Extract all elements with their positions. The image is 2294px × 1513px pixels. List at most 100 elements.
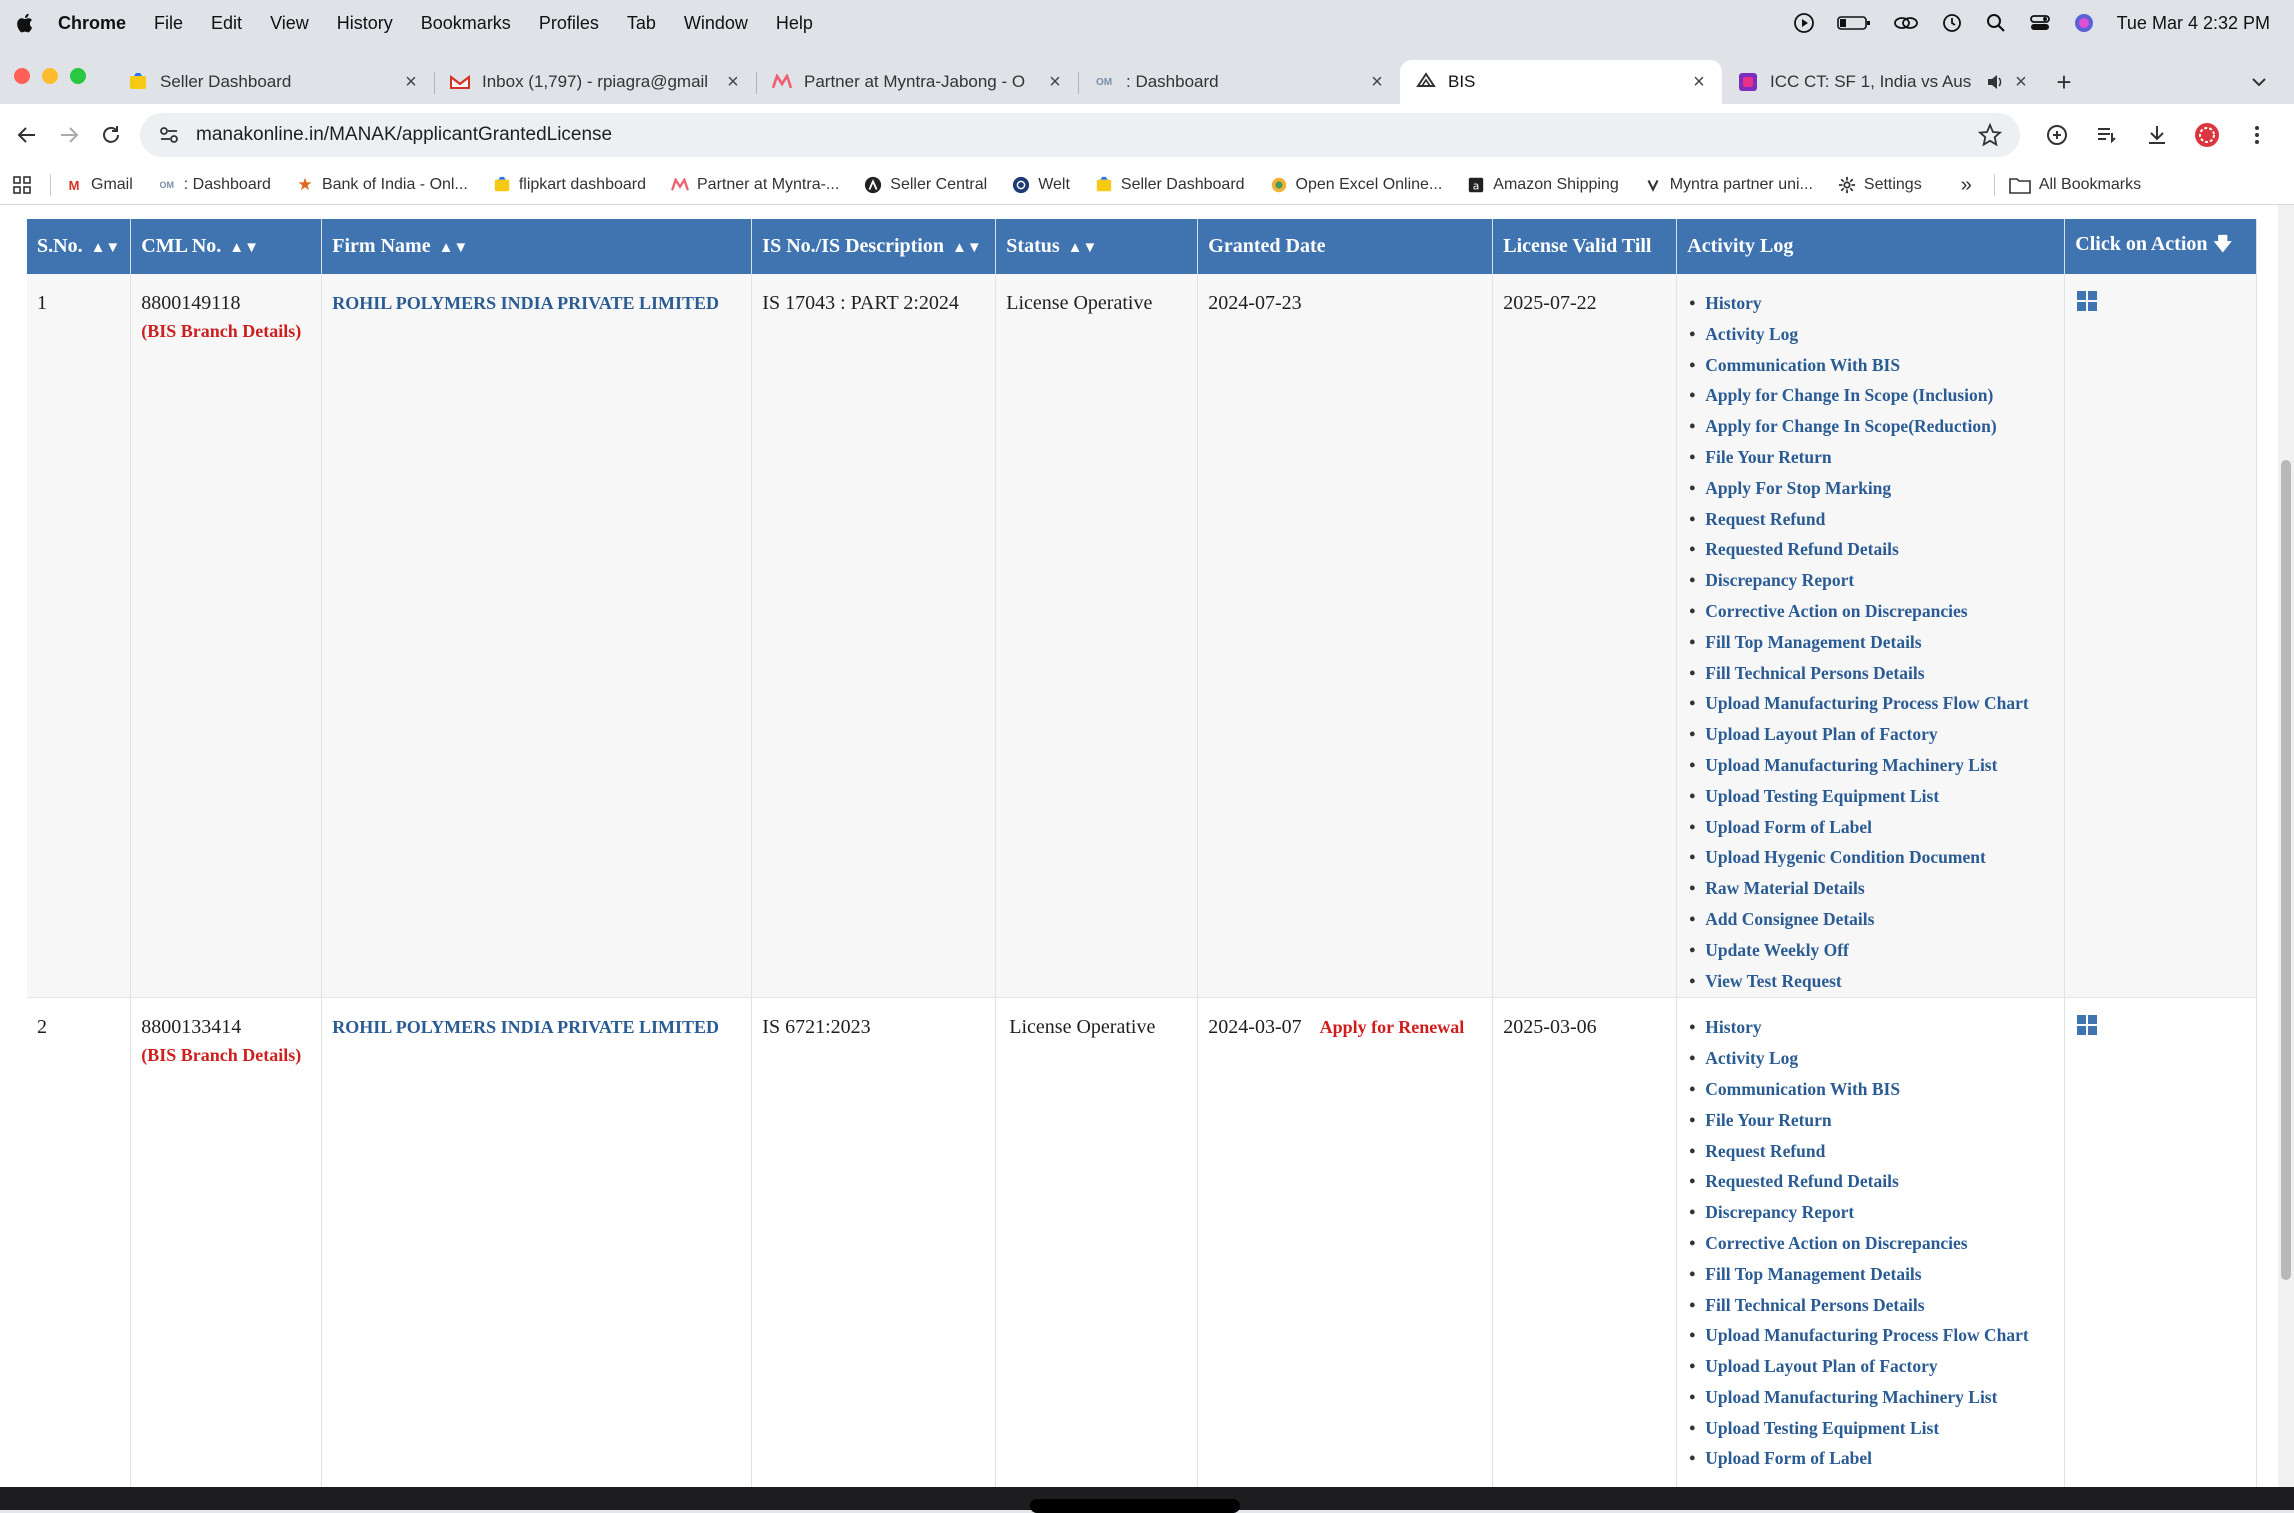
siri-icon[interactable] [2073, 12, 2095, 34]
close-icon[interactable]: × [1368, 72, 1386, 92]
url-text[interactable]: manakonline.in/MANAK/applicantGrantedLic… [196, 124, 1978, 146]
activity-link[interactable]: Add Consignee Details [1687, 905, 2054, 936]
bookmark-gmail[interactable]: M Gmail [65, 176, 133, 194]
activity-link[interactable]: Upload Manufacturing Machinery List [1687, 751, 2054, 782]
activity-link[interactable]: Fill Top Management Details [1687, 628, 2054, 659]
firm-name-link[interactable]: ROHIL POLYMERS INDIA PRIVATE LIMITED [332, 1017, 719, 1037]
tab-dashboard[interactable]: OM : Dashboard × [1078, 60, 1400, 104]
activity-link[interactable]: Discrepancy Report [1687, 1198, 2054, 1229]
menu-chrome[interactable]: Chrome [58, 13, 126, 34]
bis-branch-details-link[interactable]: (BIS Branch Details) [141, 317, 311, 345]
bookmark-myntra-partner-university[interactable]: Myntra partner uni... [1644, 176, 1813, 194]
speaker-icon[interactable] [1986, 73, 2004, 91]
menu-tab[interactable]: Tab [627, 13, 656, 34]
activity-link[interactable]: Upload Manufacturing Process Flow Chart [1687, 1321, 2054, 1352]
screen-mirroring-icon[interactable] [1893, 12, 1919, 34]
column-header-firm[interactable]: Firm Name ▲▼ [321, 219, 753, 274]
menu-profiles[interactable]: Profiles [539, 13, 599, 34]
extension-icon[interactable] [2044, 122, 2070, 148]
back-arrow-icon[interactable] [12, 120, 42, 150]
bookmark-star-icon[interactable] [1978, 123, 2002, 147]
activity-link[interactable]: Requested Refund Details [1687, 535, 2054, 566]
firm-name-link[interactable]: ROHIL POLYMERS INDIA PRIVATE LIMITED [332, 293, 719, 313]
close-icon[interactable]: × [724, 72, 742, 92]
activity-link[interactable]: Request Refund [1687, 1137, 2054, 1168]
bookmark-welt[interactable]: Welt [1012, 176, 1070, 194]
activity-link[interactable]: Apply for Change In Scope(Reduction) [1687, 412, 2054, 443]
menu-window[interactable]: Window [684, 13, 748, 34]
menu-bookmarks[interactable]: Bookmarks [421, 13, 511, 34]
activity-link[interactable]: Upload Hygenic Condition Document [1687, 843, 2054, 874]
chevron-double-right-icon[interactable]: » [1961, 174, 1972, 197]
bookmark-dashboard[interactable]: OM: Dashboard [158, 176, 271, 194]
activity-link[interactable]: Corrective Action on Discrepancies [1687, 597, 2054, 628]
scrollbar-thumb[interactable] [2281, 460, 2291, 1280]
activity-link[interactable]: Upload Manufacturing Machinery List [1687, 1383, 2054, 1414]
close-window-button[interactable] [14, 68, 30, 84]
menu-file[interactable]: File [154, 13, 183, 34]
play-circle-icon[interactable] [1793, 12, 1815, 34]
sort-icon[interactable]: ▲▼ [1068, 240, 1098, 256]
apps-grid-icon[interactable] [12, 175, 32, 195]
tab-icc-cricket[interactable]: ICC CT: SF 1, India vs Aus × [1722, 60, 2044, 104]
tab-seller-dashboard[interactable]: Seller Dashboard × [112, 60, 434, 104]
bookmark-flipkart-dashboard[interactable]: flipkart dashboard [493, 176, 646, 194]
menu-help[interactable]: Help [776, 13, 813, 34]
control-center-icon[interactable] [2029, 12, 2051, 34]
activity-link[interactable]: Fill Technical Persons Details [1687, 1291, 2054, 1322]
new-tab-button[interactable]: + [2044, 60, 2084, 104]
time-machine-icon[interactable] [1941, 12, 1963, 34]
forward-arrow-icon[interactable] [54, 120, 84, 150]
activity-link[interactable]: File Your Return [1687, 443, 2054, 474]
bookmark-seller-dashboard[interactable]: Seller Dashboard [1095, 176, 1245, 194]
activity-link[interactable]: Activity Log [1687, 1044, 2054, 1075]
grid-menu-icon[interactable] [2077, 291, 2098, 311]
tab-gmail-inbox[interactable]: Inbox (1,797) - rpiagra@gmail × [434, 60, 756, 104]
all-bookmarks-button[interactable]: All Bookmarks [2009, 176, 2141, 194]
tab-myntra-partner[interactable]: Partner at Myntra-Jabong - O × [756, 60, 1078, 104]
close-icon[interactable]: × [1690, 72, 1708, 92]
activity-link[interactable]: Apply For Stop Marking [1687, 474, 2054, 505]
activity-link[interactable]: Apply for Change In Scope (Inclusion) [1687, 381, 2054, 412]
reading-list-icon[interactable] [2094, 122, 2120, 148]
activity-link[interactable]: Corrective Action on Discrepancies [1687, 1229, 2054, 1260]
grid-menu-icon[interactable] [2077, 1015, 2098, 1036]
activity-link[interactable]: Upload Testing Equipment List [1687, 782, 2054, 813]
activity-link[interactable]: Upload Layout Plan of Factory [1687, 720, 2054, 751]
profile-avatar-icon[interactable] [2194, 122, 2220, 148]
bookmark-amazon-shipping[interactable]: a Amazon Shipping [1467, 176, 1619, 194]
menu-edit[interactable]: Edit [211, 13, 242, 34]
close-icon[interactable]: × [402, 72, 420, 92]
activity-link[interactable]: Request Refund [1687, 505, 2054, 536]
activity-link[interactable]: File Your Return [1687, 1106, 2054, 1137]
sort-icon[interactable]: ▲▼ [439, 240, 469, 256]
activity-link[interactable]: Upload Form of Label [1687, 1444, 2054, 1475]
activity-link[interactable]: Upload Testing Equipment List [1687, 1414, 2054, 1445]
address-bar[interactable]: manakonline.in/MANAK/applicantGrantedLic… [140, 113, 2020, 157]
activity-link[interactable]: Fill Top Management Details [1687, 1260, 2054, 1291]
activity-link[interactable]: Raw Material Details [1687, 874, 2054, 905]
activity-link[interactable]: Communication With BIS [1687, 1075, 2054, 1106]
sort-icon[interactable]: ▲▼ [91, 240, 121, 256]
apple-logo-icon[interactable] [14, 12, 34, 34]
more-menu-icon[interactable] [2244, 122, 2270, 148]
download-icon[interactable] [2144, 122, 2170, 148]
tab-bis[interactable]: BIS × [1400, 60, 1722, 104]
zoom-window-button[interactable] [70, 68, 86, 84]
column-header-isno[interactable]: IS No./IS Description ▲▼ [751, 219, 997, 274]
close-icon[interactable]: × [1046, 72, 1064, 92]
bookmark-excel-online[interactable]: Open Excel Online... [1270, 176, 1442, 194]
spotlight-search-icon[interactable] [1985, 12, 2007, 34]
minimize-window-button[interactable] [42, 68, 58, 84]
activity-link[interactable]: Upload Manufacturing Process Flow Chart [1687, 689, 2054, 720]
sort-icon[interactable]: ▲▼ [952, 240, 982, 256]
apply-for-renewal-link[interactable]: Apply for Renewal [1320, 1017, 1465, 1037]
activity-link[interactable]: History [1687, 289, 2054, 320]
bookmark-settings[interactable]: Settings [1838, 176, 1922, 194]
activity-link[interactable]: View Test Request [1687, 967, 2054, 998]
activity-link[interactable]: Fill Technical Persons Details [1687, 659, 2054, 690]
menu-view[interactable]: View [270, 13, 309, 34]
activity-link[interactable]: Upload Layout Plan of Factory [1687, 1352, 2054, 1383]
reload-icon[interactable] [96, 120, 126, 150]
activity-link[interactable]: Requested Refund Details [1687, 1167, 2054, 1198]
